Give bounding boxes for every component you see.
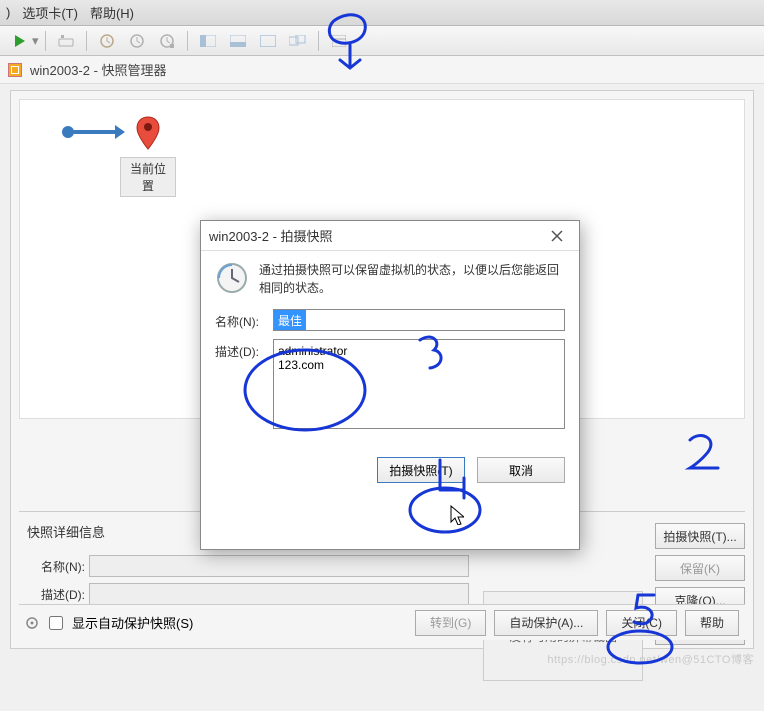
close-button[interactable]: 关闭(C)	[606, 610, 677, 636]
map-pin-icon	[134, 115, 162, 153]
keep-button: 保留(K)	[655, 555, 745, 581]
modal-desc-label: 描述(D):	[215, 339, 269, 360]
detail-name-input	[89, 555, 469, 577]
watermark-text: https://blog.csdn.net/wen@51CTO博客	[547, 651, 754, 667]
clock-icon	[215, 261, 249, 295]
window-title: win2003-2 - 快照管理器	[30, 60, 167, 79]
current-node-label: 当前位置	[120, 157, 176, 197]
view-unity-icon[interactable]	[224, 28, 252, 54]
dialog-title-bar[interactable]: win2003-2 - 拍摄快照	[201, 221, 579, 251]
vm-icon	[8, 63, 22, 77]
modal-desc-textarea[interactable]	[273, 339, 565, 429]
detail-desc-label: 描述(D):	[31, 586, 85, 603]
snapshot-revert-icon[interactable]	[123, 28, 151, 54]
play-button[interactable]	[6, 28, 34, 54]
library-icon[interactable]	[325, 28, 353, 54]
current-position-node[interactable]: 当前位置	[120, 115, 176, 197]
separator	[45, 31, 46, 51]
show-autoprotect-checkbox[interactable]	[49, 616, 63, 630]
show-autoprotect-label: 显示自动保护快照(S)	[72, 613, 193, 632]
autoprotect-button[interactable]: 自动保护(A)...	[494, 610, 598, 636]
menu-tabs[interactable]: 选项卡(T)	[22, 3, 78, 22]
snapshot-manager-icon[interactable]	[153, 28, 181, 54]
modal-take-snapshot-button[interactable]: 拍摄快照(T)	[377, 457, 465, 483]
separator	[318, 31, 319, 51]
detail-desc-input	[89, 583, 469, 605]
window-title-bar: win2003-2 - 快照管理器	[0, 56, 764, 84]
take-snapshot-dialog: win2003-2 - 拍摄快照 通过拍摄快照可以保留虚拟机的状态，以便以后您能…	[200, 220, 580, 550]
menu-item-prev-close: )	[6, 5, 10, 20]
dialog-info-text: 通过拍摄快照可以保留虚拟机的状态，以便以后您能返回相同的状态。	[259, 261, 565, 297]
gear-icon[interactable]	[25, 616, 39, 630]
close-icon[interactable]	[543, 225, 571, 247]
send-ctrl-alt-del-button[interactable]	[52, 28, 80, 54]
goto-button: 转到(G)	[415, 610, 486, 636]
detail-name-label: 名称(N):	[31, 558, 85, 575]
separator	[187, 31, 188, 51]
modal-name-input[interactable]	[273, 309, 565, 331]
modal-cancel-button[interactable]: 取消	[477, 457, 565, 483]
snapshot-take-icon[interactable]	[93, 28, 121, 54]
menubar: ) 选项卡(T) 帮助(H)	[0, 0, 764, 26]
menu-help[interactable]: 帮助(H)	[90, 3, 134, 22]
separator	[86, 31, 87, 51]
view-fullscreen-icon[interactable]	[254, 28, 282, 54]
timeline-arrow	[68, 130, 118, 134]
view-multimon-icon[interactable]	[284, 28, 312, 54]
help-button[interactable]: 帮助	[685, 610, 739, 636]
toolbar: ▾	[0, 26, 764, 56]
view-console-icon[interactable]	[194, 28, 222, 54]
take-snapshot-button[interactable]: 拍摄快照(T)...	[655, 523, 745, 549]
dialog-title: win2003-2 - 拍摄快照	[209, 226, 333, 245]
modal-name-label: 名称(N):	[215, 309, 269, 330]
bottom-button-bar: 显示自动保护快照(S) 转到(G) 自动保护(A)... 关闭(C) 帮助	[19, 604, 745, 640]
